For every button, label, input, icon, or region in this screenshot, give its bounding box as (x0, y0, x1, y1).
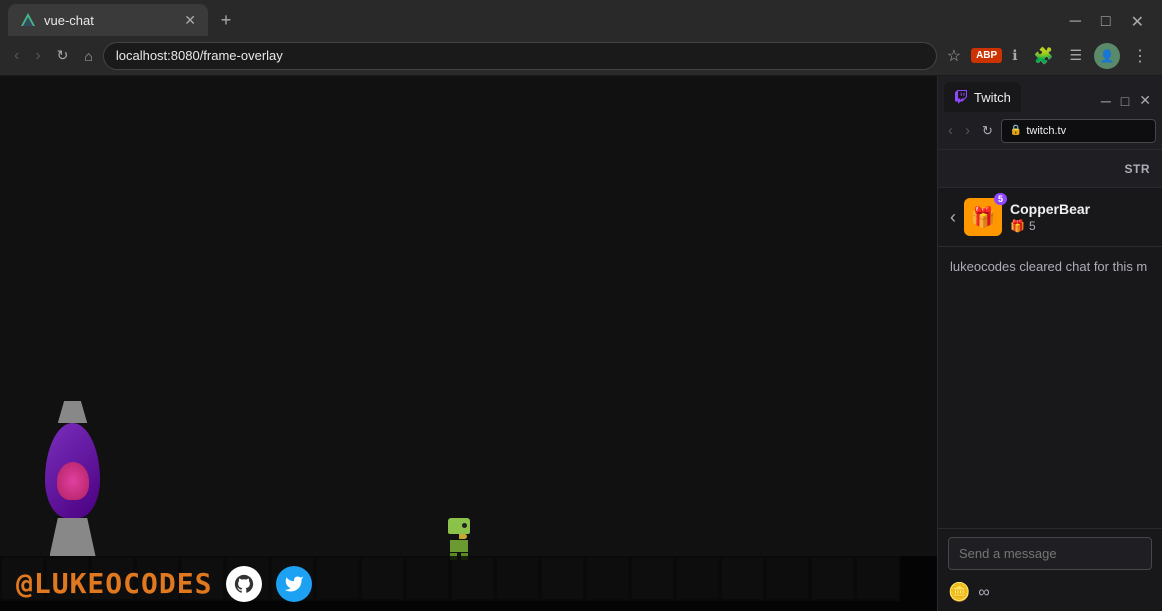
twitter-logo-icon (284, 574, 304, 594)
twitch-stream-header: STR (938, 150, 1162, 188)
maximize-button[interactable]: □ (1091, 13, 1121, 31)
overlay-username: @LUKEOCODES (16, 567, 212, 600)
address-bar[interactable]: localhost:8080/frame-overlay (103, 42, 937, 70)
twitter-icon[interactable] (276, 566, 312, 602)
twitch-sidebar: Twitch ─ □ ✕ ‹ › ↻ 🔒 twitch.tv (937, 76, 1162, 611)
gift-icon: 🎁 5 (964, 198, 1002, 236)
close-button[interactable]: ✕ (1121, 12, 1154, 32)
username: CopperBear (1010, 201, 1090, 217)
stream-label: STR (1125, 162, 1151, 176)
extensions-button[interactable]: 🧩 (1028, 42, 1060, 70)
address-text: localhost:8080/frame-overlay (116, 48, 283, 63)
back-button[interactable]: ‹ (8, 43, 25, 69)
twitch-minimize-button[interactable]: ─ (1096, 93, 1116, 109)
twitch-reload-button[interactable]: ↻ (978, 121, 997, 141)
minimize-button[interactable]: ─ (1060, 13, 1091, 31)
twitch-maximize-button[interactable]: □ (1116, 93, 1134, 109)
twitch-tab[interactable]: Twitch (944, 82, 1021, 112)
lava-lamp (45, 401, 100, 556)
game-character (445, 518, 473, 556)
forward-button[interactable]: › (29, 43, 46, 69)
chat-collapse-button[interactable]: ‹ (950, 207, 956, 228)
twitch-back-button[interactable]: ‹ (944, 120, 957, 141)
twitch-forward-button[interactable]: › (961, 120, 974, 141)
twitch-chat-messages: lukeocodes cleared chat for this m (938, 247, 1162, 528)
info-button[interactable]: ℹ (1006, 43, 1023, 68)
twitch-input-area (938, 528, 1162, 578)
github-logo-icon (233, 573, 255, 595)
tab-close-icon[interactable]: ✕ (184, 12, 196, 29)
infinity-icon[interactable]: ∞ (978, 584, 989, 602)
tab-title: vue-chat (44, 13, 176, 28)
system-message: lukeocodes cleared chat for this m (950, 259, 1147, 274)
twitch-logo-icon (954, 90, 968, 104)
badge-number: 5 (1029, 219, 1036, 233)
history-button[interactable]: ☰ (1063, 43, 1088, 68)
new-tab-button[interactable]: + (212, 6, 240, 34)
twitch-input-actions: 🪙 ∞ (938, 578, 1162, 611)
twitch-chat-header: ‹ 🎁 5 CopperBear 🎁 5 (938, 188, 1162, 247)
twitch-tab-title: Twitch (974, 90, 1011, 105)
github-icon[interactable] (226, 566, 262, 602)
message-input[interactable] (948, 537, 1152, 570)
profile-button[interactable]: 👤 (1092, 41, 1122, 71)
user-badges: 🎁 5 (1010, 219, 1090, 233)
twitch-address-bar[interactable]: 🔒 twitch.tv (1001, 119, 1156, 143)
overlay-bar: @LUKEOCODES (0, 556, 937, 611)
menu-button[interactable]: ⋮ (1126, 42, 1154, 70)
bookmark-button[interactable]: ☆ (941, 42, 967, 70)
abp-button[interactable]: ABP (971, 48, 1002, 63)
gift-badge-icon: 🎁 (1010, 219, 1025, 233)
twitch-close-button[interactable]: ✕ (1134, 92, 1156, 109)
vue-logo-icon (20, 12, 36, 28)
user-info: CopperBear 🎁 5 (1010, 201, 1090, 233)
twitch-address-text: twitch.tv (1026, 125, 1066, 137)
coin-icon[interactable]: 🪙 (948, 582, 970, 603)
browser-tab[interactable]: vue-chat ✕ (8, 4, 208, 36)
browser-content: @LUKEOCODES (0, 76, 937, 611)
home-button[interactable]: ⌂ (78, 44, 98, 68)
gift-badge: 5 (994, 193, 1007, 205)
reload-button[interactable]: ↻ (51, 43, 75, 68)
